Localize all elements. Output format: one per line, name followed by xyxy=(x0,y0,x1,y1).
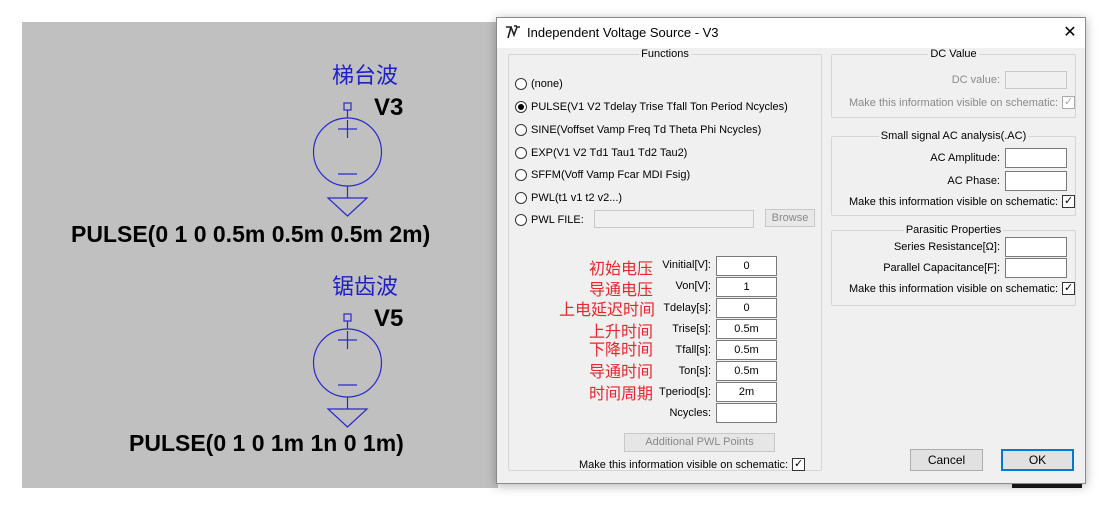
vinitial-input[interactable]: 0 xyxy=(716,256,777,276)
radio-sine-button[interactable] xyxy=(515,124,527,136)
param-cn-tdelay: 上电延迟时间 xyxy=(559,302,656,319)
param-label-von: Von[V]: xyxy=(675,280,711,292)
radio-exp[interactable]: EXP(V1 V2 Td1 Tau1 Td2 Tau2) xyxy=(515,145,687,161)
ac-phase-input[interactable] xyxy=(1005,171,1067,191)
radio-none[interactable]: (none) xyxy=(515,76,563,92)
v5-voltage-source-symbol[interactable] xyxy=(308,313,388,429)
radio-sine[interactable]: SINE(Voffset Vamp Freq Td Theta Phi Ncyc… xyxy=(515,122,761,138)
radio-sine-label: SINE(Voffset Vamp Freq Td Theta Phi Ncyc… xyxy=(531,124,762,136)
ton-input[interactable]: 0.5m xyxy=(716,361,777,381)
ac-visible-label: Make this information visible on schemat… xyxy=(849,195,1059,208)
functions-legend: Functions xyxy=(641,48,689,60)
tperiod-input[interactable]: 2m xyxy=(716,382,777,402)
v3-voltage-source-symbol[interactable] xyxy=(308,102,388,218)
functions-visible-row[interactable]: Make this information visible on schemat… xyxy=(579,458,806,471)
radio-none-label: (none) xyxy=(531,78,563,90)
dialog-title: Independent Voltage Source - V3 xyxy=(527,25,719,40)
functions-visible-checkbox[interactable]: ✓ xyxy=(792,458,806,471)
tfall-input[interactable]: 0.5m xyxy=(716,340,777,360)
radio-exp-label: EXP(V1 V2 Td1 Tau1 Td2 Tau2) xyxy=(531,147,688,159)
param-label-ncycles: Ncycles: xyxy=(669,407,711,419)
v5-annotation: 锯齿波 xyxy=(332,275,399,300)
param-label-tdelay: Tdelay[s]: xyxy=(663,302,711,314)
ltspice-app-icon xyxy=(506,25,520,39)
ok-button[interactable]: OK xyxy=(1001,449,1074,471)
parallel-capacitance-label: Parallel Capacitance[F]: xyxy=(883,262,1000,274)
v3-annotation: 梯台波 xyxy=(332,64,399,89)
param-cn-ton: 导通时间 xyxy=(589,364,654,381)
parasitic-visible-row[interactable]: Make this information visible on schemat… xyxy=(849,282,1076,295)
additional-pwl-points-button[interactable]: Additional PWL Points xyxy=(624,433,775,452)
dialog-titlebar[interactable]: Independent Voltage Source - V3 ✕ xyxy=(497,18,1085,48)
param-label-ton: Ton[s]: xyxy=(678,365,711,377)
radio-pwl-button[interactable] xyxy=(515,192,527,204)
schematic-canvas[interactable]: 梯台波 V3 PULSE(0 1 0 0.5m 0.5m 0.5m 2m) 锯齿… xyxy=(22,22,498,488)
radio-pwl-file-button[interactable] xyxy=(515,214,527,226)
radio-pulse-button[interactable] xyxy=(515,101,527,113)
functions-visible-label: Make this information visible on schemat… xyxy=(579,458,789,471)
radio-pulse-label: PULSE(V1 V2 Tdelay Trise Tfall Ton Perio… xyxy=(531,101,788,113)
dc-visible-row[interactable]: Make this information visible on schemat… xyxy=(849,96,1076,109)
ac-amplitude-label: AC Amplitude: xyxy=(930,152,1000,164)
param-label-vinitial: Vinitial[V]: xyxy=(662,259,711,271)
param-cn-tperiod: 时间周期 xyxy=(589,386,654,403)
radio-pwl-label: PWL(t1 v1 t2 v2...) xyxy=(531,192,623,204)
radio-pwl[interactable]: PWL(t1 v1 t2 v2...) xyxy=(515,190,622,206)
browse-button[interactable]: Browse xyxy=(765,209,815,227)
ac-visible-row[interactable]: Make this information visible on schemat… xyxy=(849,195,1076,208)
parasitic-legend: Parasitic Properties xyxy=(905,224,1002,236)
dc-value-legend: DC Value xyxy=(930,48,977,60)
ac-analysis-group: Small signal AC analysis(.AC) AC Amplitu… xyxy=(831,130,1076,216)
radio-exp-button[interactable] xyxy=(515,147,527,159)
parasitic-visible-checkbox[interactable]: ✓ xyxy=(1062,282,1076,295)
functions-group: Functions (none) PULSE(V1 V2 Tdelay Tris… xyxy=(508,48,822,471)
param-cn-tfall: 下降时间 xyxy=(589,342,654,359)
dc-visible-label: Make this information visible on schemat… xyxy=(849,96,1059,109)
voltage-source-dialog: Independent Voltage Source - V3 ✕ Functi… xyxy=(496,17,1086,484)
dc-visible-checkbox[interactable]: ✓ xyxy=(1062,96,1076,109)
trise-input[interactable]: 0.5m xyxy=(716,319,777,339)
series-resistance-input[interactable] xyxy=(1005,237,1067,257)
parasitic-visible-label: Make this information visible on schemat… xyxy=(849,282,1059,295)
tdelay-input[interactable]: 0 xyxy=(716,298,777,318)
radio-pwl-file-label: PWL FILE: xyxy=(531,214,584,226)
v5-value[interactable]: PULSE(0 1 0 1m 1n 0 1m) xyxy=(129,430,404,457)
radio-pulse[interactable]: PULSE(V1 V2 Tdelay Trise Tfall Ton Perio… xyxy=(515,99,788,115)
ac-visible-checkbox[interactable]: ✓ xyxy=(1062,195,1076,208)
dc-value-input[interactable] xyxy=(1005,71,1067,89)
series-resistance-label: Series Resistance[Ω]: xyxy=(893,241,1000,253)
von-input[interactable]: 1 xyxy=(716,277,777,297)
close-icon[interactable]: ✕ xyxy=(1055,18,1085,48)
ac-analysis-legend: Small signal AC analysis(.AC) xyxy=(880,130,1027,142)
param-label-tfall: Tfall[s]: xyxy=(675,344,711,356)
parasitic-properties-group: Parasitic Properties Series Resistance[Ω… xyxy=(831,224,1076,306)
dc-value-group: DC Value DC value: Make this information… xyxy=(831,48,1076,118)
param-label-trise: Trise[s]: xyxy=(672,323,711,335)
radio-none-button[interactable] xyxy=(515,78,527,90)
radio-sffm-button[interactable] xyxy=(515,169,527,181)
ncycles-input[interactable] xyxy=(716,403,777,423)
ac-amplitude-input[interactable] xyxy=(1005,148,1067,168)
dc-value-label: DC value: xyxy=(951,74,1000,86)
parallel-capacitance-input[interactable] xyxy=(1005,258,1067,278)
cancel-button[interactable]: Cancel xyxy=(910,449,983,471)
ac-phase-label: AC Phase: xyxy=(947,175,1000,187)
pwl-file-input[interactable] xyxy=(594,210,754,228)
radio-sffm-label: SFFM(Voff Vamp Fcar MDI Fsig) xyxy=(531,169,691,181)
radio-pwl-file[interactable]: PWL FILE: xyxy=(515,212,584,228)
param-label-tperiod: Tperiod[s]: xyxy=(659,386,711,398)
v3-value[interactable]: PULSE(0 1 0 0.5m 0.5m 0.5m 2m) xyxy=(71,221,430,248)
radio-sffm[interactable]: SFFM(Voff Vamp Fcar MDI Fsig) xyxy=(515,167,690,183)
